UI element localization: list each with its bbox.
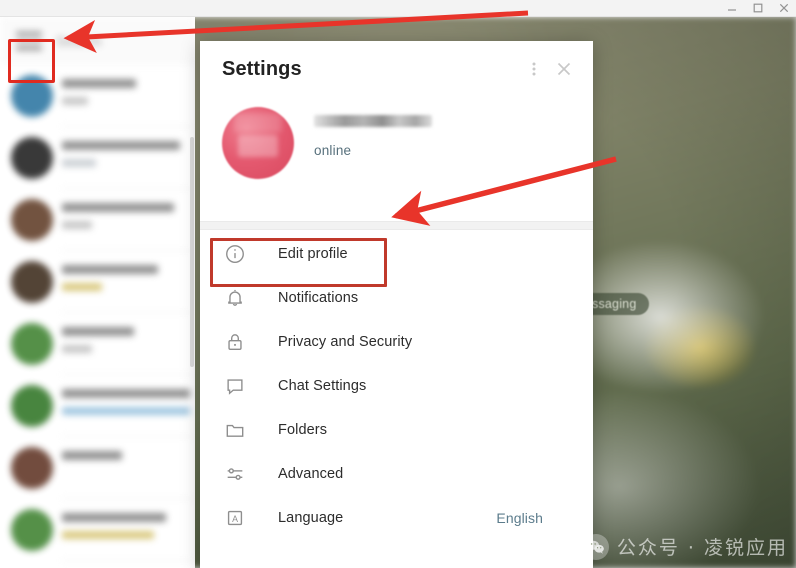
avatar bbox=[11, 199, 53, 241]
list-item-title bbox=[62, 513, 166, 522]
search-input[interactable]: Search bbox=[56, 33, 102, 49]
minimize-button[interactable] bbox=[726, 2, 738, 14]
sidebar-scrollbar[interactable] bbox=[190, 137, 194, 367]
settings-menu-item-label: Privacy and Security bbox=[278, 334, 413, 350]
chat-list-blurred-content: Search bbox=[0, 17, 195, 568]
settings-menu-item-notifications[interactable]: Notifications bbox=[200, 276, 593, 320]
sliders-icon bbox=[222, 461, 248, 487]
avatar[interactable] bbox=[222, 107, 294, 179]
settings-dialog: Settings online Edit profile Notificatio… bbox=[200, 41, 593, 568]
list-item[interactable] bbox=[0, 499, 195, 561]
profile-summary[interactable]: online bbox=[200, 97, 593, 221]
settings-menu-item-value[interactable]: English bbox=[496, 510, 593, 526]
settings-menu-item-edit-profile[interactable]: Edit profile bbox=[200, 232, 593, 276]
list-item-divider bbox=[62, 560, 195, 561]
list-item-preview bbox=[62, 283, 102, 291]
settings-menu-item-label: Edit profile bbox=[278, 246, 348, 262]
section-divider bbox=[200, 221, 593, 230]
list-item[interactable] bbox=[0, 189, 195, 251]
wechat-logo-icon bbox=[582, 533, 609, 560]
list-item-title bbox=[62, 327, 134, 336]
page-title: Settings bbox=[222, 57, 302, 80]
info-circle-icon bbox=[222, 241, 248, 267]
list-item-preview bbox=[62, 221, 92, 229]
list-item-title bbox=[62, 79, 136, 88]
list-item[interactable] bbox=[0, 251, 195, 313]
profile-meta: online bbox=[314, 101, 432, 158]
avatar bbox=[11, 447, 53, 489]
avatar bbox=[11, 385, 53, 427]
maximize-button[interactable] bbox=[752, 2, 764, 14]
list-item-title bbox=[62, 265, 158, 274]
settings-menu-item-privacy-and-security[interactable]: Privacy and Security bbox=[200, 320, 593, 364]
list-item[interactable] bbox=[0, 127, 195, 189]
settings-menu-list: Edit profile Notifications Privacy and Sec… bbox=[200, 230, 593, 540]
avatar bbox=[11, 509, 53, 551]
list-item-title bbox=[62, 389, 190, 398]
screenshot-root: ssaging Search Settings online Edit prof… bbox=[0, 0, 796, 568]
settings-menu-item-chat-settings[interactable]: Chat Settings bbox=[200, 364, 593, 408]
list-item[interactable] bbox=[0, 437, 195, 499]
list-item-preview bbox=[62, 159, 96, 167]
svg-text:A: A bbox=[232, 514, 238, 524]
settings-menu-item-label: Chat Settings bbox=[278, 378, 367, 394]
avatar bbox=[11, 261, 53, 303]
settings-menu-item-label: Language bbox=[278, 510, 344, 526]
more-vertical-icon[interactable] bbox=[519, 54, 549, 84]
window-title-bar bbox=[0, 0, 796, 17]
settings-menu-item-label: Advanced bbox=[278, 466, 344, 482]
app-body: ssaging Search Settings online Edit prof… bbox=[0, 17, 796, 568]
avatar bbox=[11, 137, 53, 179]
settings-menu-item-label: Notifications bbox=[278, 290, 359, 306]
settings-menu-item-advanced[interactable]: Advanced bbox=[200, 452, 593, 496]
lock-icon bbox=[222, 329, 248, 355]
list-item[interactable] bbox=[0, 65, 195, 127]
list-item[interactable] bbox=[0, 313, 195, 375]
folder-icon bbox=[222, 417, 248, 443]
chat-bubble-icon bbox=[222, 373, 248, 399]
close-icon[interactable] bbox=[549, 54, 579, 84]
list-item-preview bbox=[62, 531, 154, 539]
list-item-title bbox=[62, 141, 180, 150]
letter-a-box-icon: A bbox=[222, 505, 248, 531]
status-badge: online bbox=[314, 143, 352, 158]
settings-menu-item-folders[interactable]: Folders bbox=[200, 408, 593, 452]
settings-menu-item-label: Folders bbox=[278, 422, 328, 438]
watermark-text: 公众号 · 凌锐应用 bbox=[616, 537, 788, 559]
bell-icon bbox=[222, 285, 248, 311]
avatar bbox=[11, 323, 53, 365]
settings-dialog-header: Settings bbox=[200, 41, 593, 97]
settings-menu-item-language[interactable]: A Language English bbox=[200, 496, 593, 540]
close-button[interactable] bbox=[778, 2, 790, 14]
avatar bbox=[11, 75, 53, 117]
list-item-preview bbox=[62, 407, 190, 415]
hamburger-menu-icon[interactable] bbox=[16, 32, 42, 50]
list-item[interactable] bbox=[0, 375, 195, 437]
list-item-preview bbox=[62, 345, 92, 353]
list-item-title bbox=[62, 203, 174, 212]
profile-name-redacted bbox=[314, 115, 432, 127]
chat-list-sidebar[interactable]: Search bbox=[0, 17, 195, 568]
list-item-preview bbox=[62, 97, 88, 105]
list-item-title bbox=[62, 451, 122, 460]
watermark: 公众号 · 凌锐应用 bbox=[582, 533, 788, 560]
